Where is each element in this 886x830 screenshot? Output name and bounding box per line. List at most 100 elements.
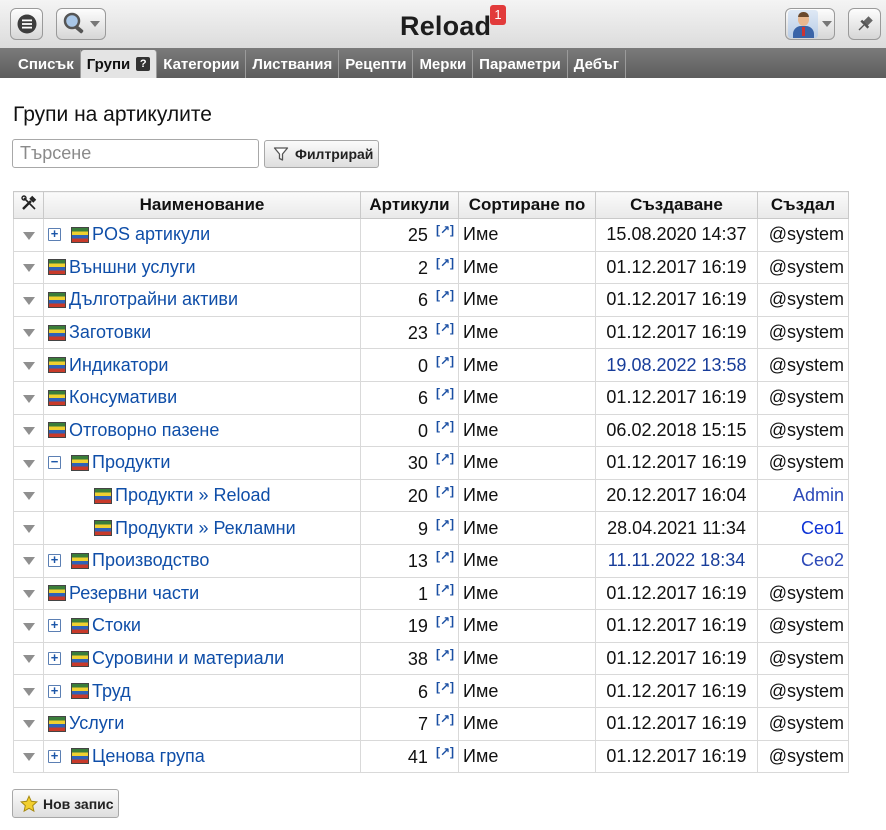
table-row[interactable]: + Труд 6 [↗] Име 01.12.2017 16:19 @system <box>13 674 849 708</box>
group-name-link[interactable]: Продукти <box>92 452 170 473</box>
external-link-icon[interactable]: [↗] <box>436 354 454 368</box>
row-menu-cell[interactable] <box>13 511 44 545</box>
search-menu-button[interactable] <box>56 8 106 40</box>
table-row[interactable]: + Стоки 19 [↗] Име 01.12.2017 16:19 @system <box>13 609 849 643</box>
row-menu-caret-icon[interactable] <box>22 590 35 599</box>
table-row[interactable]: Отговорно пазене 0 [↗] Име 06.02.2018 15:15 @… <box>13 413 849 448</box>
external-link-icon[interactable]: [↗] <box>436 386 454 400</box>
author-cell[interactable]: Admin <box>757 478 849 513</box>
tab-parameters[interactable]: Параметри <box>473 50 568 78</box>
external-link-icon[interactable]: [↗] <box>436 745 454 759</box>
external-link-icon[interactable]: [↗] <box>436 256 454 270</box>
row-menu-caret-icon[interactable] <box>22 296 35 305</box>
author-cell[interactable]: Ceo1 <box>757 511 849 545</box>
external-link-icon[interactable]: [↗] <box>436 712 454 726</box>
row-menu-caret-icon[interactable] <box>22 655 35 664</box>
table-row[interactable]: + POS артикули 25 [↗] Име 15.08.2020 14:37 @sy… <box>13 218 849 252</box>
expand-plus-icon[interactable]: + <box>48 618 61 633</box>
row-menu-cell[interactable] <box>13 739 44 774</box>
row-menu-caret-icon[interactable] <box>22 394 35 403</box>
row-menu-caret-icon[interactable] <box>22 427 35 436</box>
tab-categories[interactable]: Категории <box>157 50 247 78</box>
column-header-author[interactable]: Създал <box>757 191 849 219</box>
expand-plus-icon[interactable]: + <box>48 227 61 242</box>
external-link-icon[interactable]: [↗] <box>436 517 454 531</box>
external-link-icon[interactable]: [↗] <box>436 614 454 628</box>
tab-listings[interactable]: Листвания <box>246 50 340 78</box>
table-row[interactable]: − Продукти 30 [↗] Име 01.12.2017 16:19 @system <box>13 446 849 480</box>
row-menu-caret-icon[interactable] <box>22 231 35 240</box>
tab-debug[interactable]: Дебъг <box>568 50 627 78</box>
external-link-icon[interactable]: [↗] <box>436 484 454 498</box>
group-name-link[interactable]: Труд <box>92 681 131 702</box>
external-link-icon[interactable]: [↗] <box>436 647 454 661</box>
tab-measures[interactable]: Мерки <box>413 50 474 78</box>
author-cell[interactable]: Ceo2 <box>757 543 849 578</box>
row-menu-cell[interactable] <box>13 283 44 317</box>
table-row[interactable]: Резервни части 1 [↗] Име 01.12.2017 16:19 @sy… <box>13 576 849 611</box>
pin-button[interactable] <box>848 8 881 40</box>
table-row[interactable]: Продукти » Рекламни 9 [↗] Име 28.04.2021 11:… <box>13 511 849 545</box>
row-menu-cell[interactable] <box>13 674 44 708</box>
table-row[interactable]: Услуги 7 [↗] Име 01.12.2017 16:19 @system <box>13 706 849 741</box>
group-name-link[interactable]: Продукти » Reload <box>115 485 271 506</box>
user-menu-button[interactable] <box>785 8 835 40</box>
notification-badge[interactable]: 1 <box>490 5 506 25</box>
row-menu-cell[interactable] <box>13 413 44 448</box>
column-header-count[interactable]: Артикули <box>360 191 459 219</box>
group-name-link[interactable]: Производство <box>92 550 209 571</box>
row-menu-caret-icon[interactable] <box>22 361 35 370</box>
table-row[interactable]: Дълготрайни активи 6 [↗] Име 01.12.2017 16:1… <box>13 283 849 317</box>
group-name-link[interactable]: Външни услуги <box>69 257 196 278</box>
column-header-sort[interactable]: Сортиране по <box>458 191 596 219</box>
table-row[interactable]: + Суровини и материали 38 [↗] Име 01.12.2017 … <box>13 641 849 676</box>
table-row[interactable]: Консумативи 6 [↗] Име 01.12.2017 16:19 @syste… <box>13 380 849 415</box>
row-menu-cell[interactable] <box>13 576 44 611</box>
group-name-link[interactable]: Ценова група <box>92 746 205 767</box>
row-menu-cell[interactable] <box>13 641 44 676</box>
row-menu-cell[interactable] <box>13 218 44 252</box>
row-menu-cell[interactable] <box>13 478 44 513</box>
table-row[interactable]: Външни услуги 2 [↗] Име 01.12.2017 16:19 @sys… <box>13 250 849 285</box>
group-name-link[interactable]: Консумативи <box>69 387 177 408</box>
group-name-link[interactable]: Заготовки <box>69 322 151 343</box>
group-name-link[interactable]: Стоки <box>92 615 141 636</box>
row-menu-caret-icon[interactable] <box>22 459 35 468</box>
group-name-link[interactable]: Услуги <box>69 713 124 734</box>
external-link-icon[interactable]: [↗] <box>436 288 454 302</box>
row-menu-caret-icon[interactable] <box>22 524 35 533</box>
row-menu-cell[interactable] <box>13 446 44 480</box>
main-menu-button[interactable] <box>10 8 43 40</box>
row-menu-caret-icon[interactable] <box>22 329 35 338</box>
table-row[interactable]: Заготовки 23 [↗] Име 01.12.2017 16:19 @system <box>13 315 849 350</box>
table-row[interactable]: Индикатори 0 [↗] Име 19.08.2022 13:58 @system <box>13 348 849 382</box>
external-link-icon[interactable]: [↗] <box>436 582 454 596</box>
group-name-link[interactable]: POS артикули <box>92 224 210 245</box>
row-menu-caret-icon[interactable] <box>22 720 35 729</box>
row-menu-caret-icon[interactable] <box>22 687 35 696</box>
column-header-name[interactable]: Наименование <box>43 191 361 219</box>
external-link-icon[interactable]: [↗] <box>436 680 454 694</box>
external-link-icon[interactable]: [↗] <box>436 419 454 433</box>
tab-groups[interactable]: Групи ? <box>80 50 158 78</box>
group-name-link[interactable]: Продукти » Рекламни <box>115 518 296 539</box>
group-name-link[interactable]: Дълготрайни активи <box>69 289 238 310</box>
external-link-icon[interactable]: [↗] <box>436 451 454 465</box>
external-link-icon[interactable]: [↗] <box>436 223 454 237</box>
row-menu-cell[interactable] <box>13 380 44 415</box>
tab-recipes[interactable]: Рецепти <box>339 50 414 78</box>
row-menu-cell[interactable] <box>13 250 44 285</box>
tab-list[interactable]: Списък <box>12 50 81 78</box>
expand-plus-icon[interactable]: + <box>48 553 61 568</box>
row-menu-caret-icon[interactable] <box>22 264 35 273</box>
group-name-link[interactable]: Суровини и материали <box>92 648 284 669</box>
external-link-icon[interactable]: [↗] <box>436 321 454 335</box>
expand-plus-icon[interactable]: + <box>48 651 61 666</box>
table-row[interactable]: + Производство 13 [↗] Име 11.11.2022 18:34 Ceo… <box>13 543 849 578</box>
row-menu-caret-icon[interactable] <box>22 622 35 631</box>
row-menu-cell[interactable] <box>13 543 44 578</box>
expand-plus-icon[interactable]: + <box>48 684 61 698</box>
external-link-icon[interactable]: [↗] <box>436 549 454 563</box>
column-header-created[interactable]: Създаване <box>595 191 758 219</box>
group-name-link[interactable]: Индикатори <box>69 355 168 376</box>
